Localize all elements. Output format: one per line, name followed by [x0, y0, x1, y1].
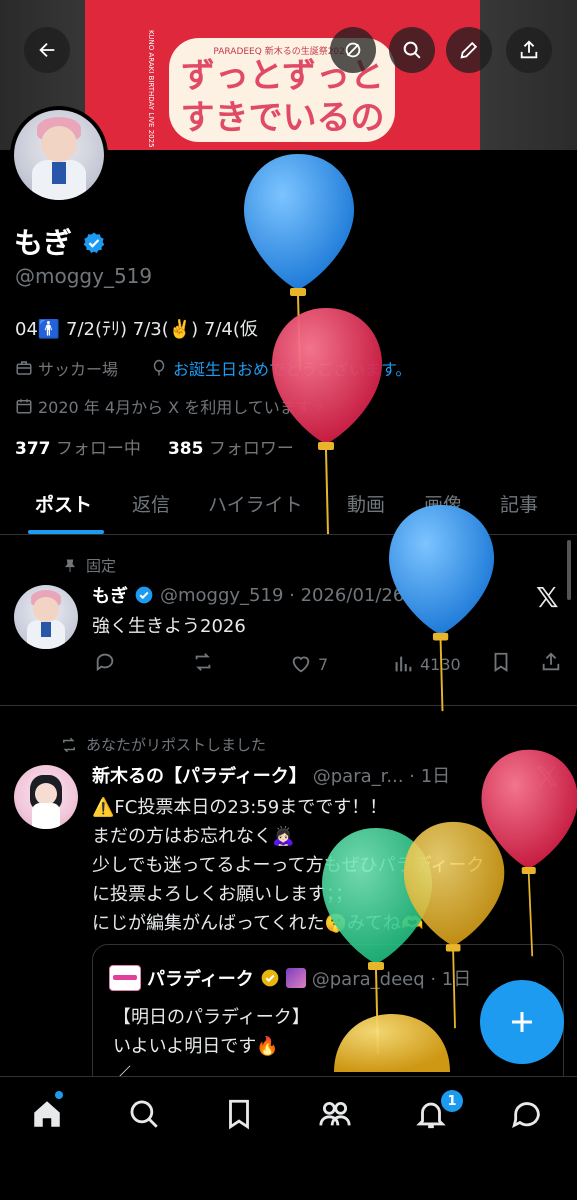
quote-avatar: [109, 965, 141, 991]
pin-icon: [65, 559, 75, 572]
pinned-indicator: 固定: [62, 555, 116, 576]
repost-button[interactable]: [192, 651, 214, 677]
profile-name: もぎ: [14, 220, 106, 262]
compose-post-button[interactable]: [480, 980, 564, 1064]
share-icon: [542, 652, 560, 671]
verified-badge-icon[interactable]: [82, 231, 106, 255]
profile-name-text: もぎ: [14, 226, 73, 260]
pinned-post-header: もぎ @moggy_519 · 2026/01/26: [92, 582, 404, 608]
repost-author-name[interactable]: 新木るの【パラディーク】: [92, 762, 307, 788]
bookmark-icon: [229, 1099, 249, 1130]
nav-communities[interactable]: [318, 1097, 352, 1131]
search-icon: [130, 1100, 158, 1128]
tab-articles[interactable]: 記事: [500, 490, 538, 517]
avatar-image: [14, 110, 104, 200]
affiliate-badge-icon: [285, 968, 306, 988]
scrollbar[interactable]: [567, 540, 571, 600]
reply-icon: [96, 653, 114, 672]
tab-posts[interactable]: ポスト: [35, 490, 92, 517]
repost-author-avatar[interactable]: [14, 765, 78, 829]
pencil-icon: [460, 41, 478, 59]
nav-bookmarks[interactable]: [222, 1097, 256, 1131]
share-post-button[interactable]: [540, 651, 562, 677]
share-icon: [520, 40, 538, 59]
repost-text-line-4: に投票よろしくお願いします；；: [92, 884, 353, 905]
following-count: 377: [15, 439, 51, 459]
repost-header: 新木るの【パラディーク】 @para_r... · 1日: [92, 762, 450, 788]
pinned-label: 固定: [86, 557, 117, 575]
repost-text-line-1: ⚠️FC投票本日の23:59までです！！: [92, 797, 388, 818]
followers-count: 385: [167, 439, 204, 459]
home-icon: [34, 1101, 60, 1127]
back-button[interactable]: [24, 27, 70, 73]
calendar-icon: [16, 399, 32, 414]
plus-icon: [512, 1012, 532, 1032]
notification-badge: 1: [441, 1090, 463, 1112]
bottom-navigation: [0, 1076, 577, 1200]
message-icon: [512, 1102, 540, 1128]
follow-stats: 377 フォロー中 385 フォロワー: [15, 434, 294, 459]
repost-handle-time[interactable]: @para_r... · 1日: [313, 762, 450, 788]
red-balloon-1: [272, 308, 382, 535]
pinned-post-text: 強く生きよう2026: [92, 616, 246, 637]
mute-button[interactable]: [330, 27, 376, 73]
repost-label: あなたがリポストしました: [86, 736, 267, 754]
post-handle-time[interactable]: @moggy_519 · 2026/01/26: [160, 585, 404, 606]
edit-button[interactable]: [446, 27, 492, 73]
share-button[interactable]: [506, 27, 552, 73]
repost-icon: [63, 737, 75, 752]
following-label: フォロー中: [55, 439, 141, 459]
quote-author-name: パラディーク: [147, 969, 254, 990]
back-arrow-icon: [39, 42, 55, 58]
profile-avatar[interactable]: [10, 106, 108, 204]
profile-handle: @moggy_519: [15, 264, 153, 288]
gold-verified-badge-icon: [261, 969, 279, 987]
repost-text-line-2: まだの方はお忘れなく🙇🏻‍♀️: [92, 826, 295, 847]
repost-indicator: あなたがリポストしました: [60, 734, 266, 755]
like-button[interactable]: 7: [290, 653, 328, 675]
x-logo-icon[interactable]: 𝕏: [536, 581, 559, 614]
banner-poster-image: PARADEEQ 新木るの生誕祭2025 ずっとずっと すきでいるの KUNO …: [85, 0, 480, 150]
blue-balloon-2: [389, 504, 495, 712]
yellow-balloon-2: [334, 1014, 450, 1072]
post-avatar[interactable]: [14, 585, 78, 649]
post-author-name[interactable]: もぎ: [92, 582, 128, 608]
location-text: サッカー場: [38, 360, 119, 379]
quote-text-line-2: いよいよ明日です🔥: [113, 1036, 279, 1057]
like-count: 7: [318, 654, 329, 674]
quote-text-line-1: 【明日のパラディーク】: [113, 1007, 310, 1028]
reply-button[interactable]: [94, 651, 116, 677]
verified-badge-icon: [135, 586, 153, 604]
poster-title-line2: すきでいるの: [180, 98, 385, 138]
following-link[interactable]: 377 フォロー中: [15, 439, 141, 459]
mute-icon: [345, 42, 361, 58]
profile-location: サッカー場: [15, 356, 118, 380]
nav-home[interactable]: [30, 1097, 64, 1131]
search-icon: [403, 41, 421, 59]
repost-icon: [195, 653, 211, 671]
briefcase-icon: [16, 361, 32, 375]
communities-icon: [319, 1101, 351, 1126]
search-button[interactable]: [389, 27, 435, 73]
home-unread-dot: [55, 1091, 63, 1099]
heart-icon: [292, 656, 310, 673]
tab-replies[interactable]: 返信: [132, 490, 170, 517]
balloon-icon: [153, 359, 165, 376]
nav-messages[interactable]: [510, 1097, 544, 1131]
poster-side-text: KUNO ARAKI BIRTHDAY LIVE 2025: [147, 30, 155, 148]
nav-search[interactable]: [127, 1097, 161, 1131]
profile-bio: 04🚹 7/2(ﾃﾘ) 7/3(✌️) 7/4(仮: [15, 319, 258, 340]
